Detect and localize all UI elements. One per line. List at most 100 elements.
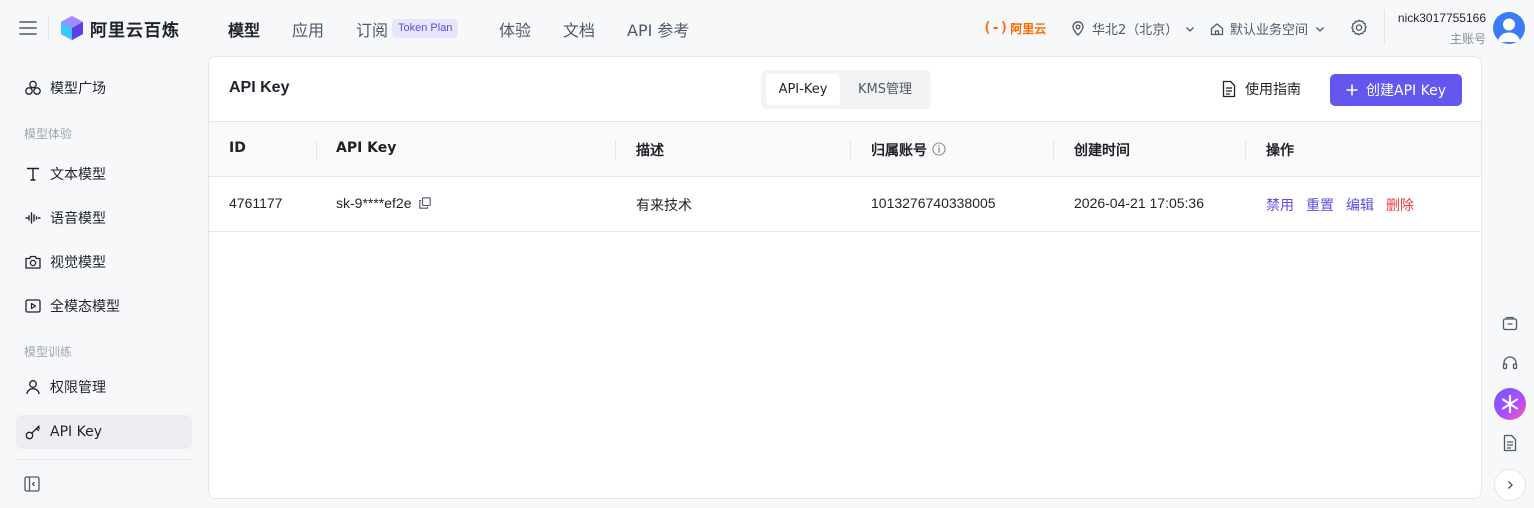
info-icon[interactable] bbox=[932, 142, 946, 156]
nav-model[interactable]: 模型 bbox=[228, 17, 260, 41]
settings-gear-icon[interactable] bbox=[1349, 18, 1369, 38]
video-play-icon bbox=[24, 297, 42, 315]
column-header-created: 创建时间 bbox=[1074, 143, 1130, 159]
sidebar-item-label: 文本模型 bbox=[50, 167, 106, 183]
chevron-down-icon bbox=[1186, 26, 1195, 32]
expand-toolbar-button[interactable] bbox=[1494, 469, 1526, 501]
cell-created: 2026-04-21 17:05:36 bbox=[1074, 195, 1204, 211]
location-pin-icon bbox=[1072, 20, 1084, 36]
sidebar-item-label: 模型广场 bbox=[50, 81, 106, 97]
column-header-account: 归属账号 bbox=[871, 143, 927, 159]
create-api-key-label: 创建API Key bbox=[1366, 83, 1446, 99]
aliyun-logo-text: 阿里云 bbox=[1010, 21, 1047, 36]
copy-icon[interactable] bbox=[419, 197, 431, 209]
aliyun-logo-icon: (-) bbox=[983, 20, 1009, 36]
sidebar-group-experience: 模型体验 bbox=[24, 127, 73, 141]
tab-api-key[interactable]: API-Key bbox=[766, 74, 840, 105]
tab-kms[interactable]: KMS管理 bbox=[845, 74, 925, 105]
divider bbox=[1384, 10, 1385, 44]
support-float-button[interactable] bbox=[1497, 350, 1523, 376]
document-icon bbox=[1222, 80, 1236, 98]
sidebar-item-label: 权限管理 bbox=[50, 380, 106, 396]
reset-link[interactable]: 重置 bbox=[1306, 195, 1334, 215]
camera-icon bbox=[24, 253, 42, 271]
ai-assistant-button[interactable] bbox=[1494, 388, 1526, 420]
headset-icon bbox=[1502, 356, 1518, 370]
delete-link[interactable]: 删除 bbox=[1386, 195, 1414, 215]
sidebar-item-model-square[interactable]: 模型广场 bbox=[16, 71, 192, 105]
disable-link[interactable]: 禁用 bbox=[1266, 195, 1294, 215]
tab-switcher: API-Key KMS管理 bbox=[761, 70, 931, 109]
sidebar-item-label: 视觉模型 bbox=[50, 255, 106, 271]
column-divider bbox=[1053, 140, 1054, 160]
table-header: ID API Key 描述 归属账号 创建时间 操作 bbox=[209, 121, 1481, 177]
sidebar-item-text-model[interactable]: 文本模型 bbox=[16, 157, 192, 191]
sidebar-item-label: 全模态模型 bbox=[50, 299, 120, 315]
sidebar-item-audio-model[interactable]: 语音模型 bbox=[16, 201, 192, 235]
sidebar-item-permissions[interactable]: 权限管理 bbox=[16, 370, 192, 404]
cell-account: 1013276740338005 bbox=[871, 195, 996, 211]
sidebar-item-label: 语音模型 bbox=[50, 211, 106, 227]
text-model-icon bbox=[24, 165, 42, 183]
user-icon bbox=[24, 378, 42, 396]
chevron-down-icon bbox=[1316, 26, 1324, 32]
token-plan-badge[interactable]: Token Plan bbox=[392, 19, 459, 38]
nav-app[interactable]: 应用 bbox=[292, 17, 324, 41]
cell-description: 有来技术 bbox=[636, 198, 692, 214]
sidebar-item-label: API Key bbox=[50, 424, 102, 440]
column-divider bbox=[316, 140, 317, 160]
column-header-actions: 操作 bbox=[1266, 143, 1294, 159]
column-header-api-key: API Key bbox=[336, 140, 397, 156]
key-icon bbox=[24, 423, 42, 441]
edit-link[interactable]: 编辑 bbox=[1346, 195, 1374, 215]
menu-icon[interactable] bbox=[18, 18, 38, 38]
nav-docs[interactable]: 文档 bbox=[563, 17, 595, 41]
table-row: 4761177 sk-9****ef2e 有来技术 10132767403380… bbox=[209, 177, 1481, 232]
home-icon bbox=[1210, 22, 1224, 35]
user-role: 主账号 bbox=[1449, 32, 1486, 46]
plus-icon bbox=[1346, 84, 1358, 96]
workspace-label: 默认业务空间 bbox=[1230, 23, 1309, 38]
user-name[interactable]: nick3017755166 bbox=[1398, 11, 1486, 25]
user-avatar-icon bbox=[1497, 18, 1521, 42]
sidebar-group-training: 模型训练 bbox=[24, 345, 73, 359]
page-title: API Key bbox=[229, 79, 290, 96]
bailian-logo-icon[interactable] bbox=[60, 15, 84, 41]
usage-guide-button[interactable]: 使用指南 bbox=[1221, 79, 1301, 99]
toolbox-float-button[interactable] bbox=[1497, 310, 1523, 336]
api-key-panel: API Key API-Key KMS管理 使用指南 创建API Key ID … bbox=[208, 56, 1482, 499]
cell-api-key: sk-9****ef2e bbox=[336, 195, 412, 211]
aliyun-logo[interactable]: (-) 阿里云 bbox=[983, 19, 1046, 37]
document-icon bbox=[1503, 434, 1517, 452]
sidebar: 模型广场 模型体验 文本模型 语音模型 视觉模型 全模态模型 模型训练 权限管理… bbox=[0, 56, 208, 508]
docs-float-button[interactable] bbox=[1497, 430, 1523, 456]
brand-name[interactable]: 阿里云百炼 bbox=[90, 16, 180, 41]
workspace-selector[interactable]: 默认业务空间 bbox=[1210, 19, 1326, 38]
column-divider bbox=[1245, 140, 1246, 160]
sidebar-item-omni-model[interactable]: 全模态模型 bbox=[16, 289, 192, 323]
create-api-key-button[interactable]: 创建API Key bbox=[1330, 74, 1462, 106]
column-divider bbox=[850, 140, 851, 160]
column-header-id: ID bbox=[229, 140, 246, 156]
divider bbox=[48, 16, 49, 40]
column-divider bbox=[615, 140, 616, 160]
column-header-description: 描述 bbox=[636, 143, 664, 159]
region-label: 华北2（北京） bbox=[1092, 23, 1179, 38]
sidebar-item-api-key[interactable]: API Key bbox=[16, 415, 192, 449]
model-square-icon bbox=[24, 79, 42, 97]
top-bar: 阿里云百炼 模型 应用 订阅 Token Plan 体验 文档 API 参考 (… bbox=[0, 0, 1534, 56]
chevron-right-icon bbox=[1508, 481, 1513, 489]
sidebar-item-vision-model[interactable]: 视觉模型 bbox=[16, 245, 192, 279]
nav-subscribe[interactable]: 订阅 bbox=[356, 17, 388, 41]
divider bbox=[16, 459, 192, 460]
audio-wave-icon bbox=[24, 209, 42, 227]
region-selector[interactable]: 华北2（北京） bbox=[1070, 19, 1196, 38]
toolbox-icon bbox=[1502, 316, 1518, 331]
avatar[interactable] bbox=[1493, 12, 1525, 44]
cell-id: 4761177 bbox=[229, 195, 283, 211]
nav-experience[interactable]: 体验 bbox=[499, 17, 531, 41]
ai-sparkle-icon bbox=[1501, 394, 1519, 414]
nav-api-reference[interactable]: API 参考 bbox=[627, 17, 689, 41]
sidebar-collapse-icon[interactable] bbox=[22, 474, 42, 494]
usage-guide-label: 使用指南 bbox=[1245, 82, 1301, 98]
